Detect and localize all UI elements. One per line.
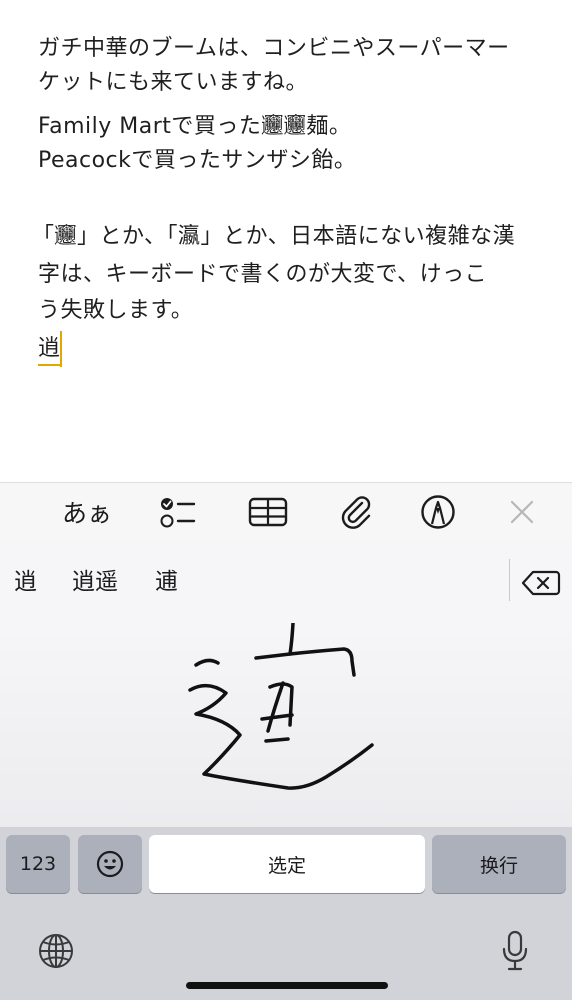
microphone-icon <box>502 930 528 971</box>
markup-button[interactable] <box>416 491 460 533</box>
note-body[interactable]: ガチ中華のブームは、コンビニやスーパーマー ケットにも来ていますね。 Famil… <box>0 0 572 482</box>
notes-app-screen: ガチ中華のブームは、コンビニやスーパーマー ケットにも来ていますね。 Famil… <box>0 0 572 1000</box>
globe-button[interactable] <box>36 931 76 971</box>
paperclip-icon <box>341 496 371 529</box>
candidate-divider <box>509 559 510 601</box>
candidate-bar: 逍 逍遥 逋 <box>0 541 572 623</box>
emoji-key[interactable] <box>78 835 142 893</box>
markup-pen-icon <box>421 495 455 529</box>
candidate-3[interactable]: 逋 <box>155 567 178 597</box>
close-icon <box>510 500 534 524</box>
handwriting-pad[interactable] <box>0 621 572 827</box>
note-line-2: ケットにも来ていますね。 <box>38 70 309 95</box>
delete-icon <box>521 570 561 596</box>
return-key[interactable]: 换行 <box>432 835 566 893</box>
delete-button[interactable] <box>520 569 562 597</box>
function-keys-row: 123 选定 换行 <box>0 827 572 895</box>
note-line-1: ガチ中華のブームは、コンビニやスーパーマー <box>38 36 510 61</box>
note-line-3: Family Martで買った𰻞𰻞麺。 <box>38 114 352 139</box>
handwriting-keyboard: 逍 逍遥 逋 123 选定 换行 <box>0 541 572 1000</box>
note-line-6: 字は、キーボードで書くのが大変で、けっこ <box>38 262 488 287</box>
text-format-button[interactable]: あぁ <box>62 491 112 533</box>
emoji-icon <box>96 850 124 878</box>
dictation-button[interactable] <box>500 929 530 973</box>
confirm-key[interactable]: 选定 <box>149 835 425 893</box>
composing-character: 逍 <box>38 334 61 366</box>
home-indicator <box>186 982 388 989</box>
checklist-icon <box>160 498 196 528</box>
handwritten-stroke-drawing <box>188 621 374 790</box>
note-line-4: Peacockで買ったサンザシ飴。 <box>38 148 357 173</box>
text-format-label: あぁ <box>62 499 113 528</box>
globe-icon <box>39 934 73 968</box>
numbers-key[interactable]: 123 <box>6 835 70 893</box>
table-icon <box>248 497 288 527</box>
close-toolbar-button[interactable] <box>500 491 544 533</box>
attachment-button[interactable] <box>334 491 378 533</box>
table-button[interactable] <box>246 491 290 533</box>
checklist-button[interactable] <box>156 491 200 533</box>
note-line-7: う失敗します。 <box>38 298 194 323</box>
candidate-2[interactable]: 逍遥 <box>72 567 118 597</box>
note-line-5: 「𰻞」とか、「瀛」とか、日本語にない複雑な漢 <box>32 224 516 249</box>
text-cursor <box>60 331 62 367</box>
formatting-toolbar: あぁ <box>0 482 572 542</box>
candidate-1[interactable]: 逍 <box>14 567 37 597</box>
